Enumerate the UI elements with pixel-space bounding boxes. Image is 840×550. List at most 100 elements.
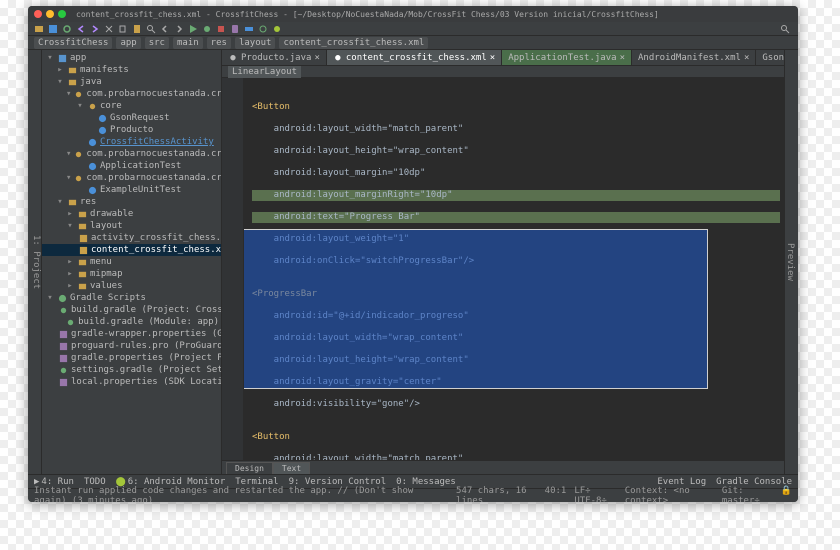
class-icon	[97, 125, 107, 135]
proguard-icon	[59, 341, 68, 351]
project-tree[interactable]: ▾app ▸manifests ▾java ▾com.probarnocuest…	[42, 50, 222, 474]
cut-icon[interactable]	[104, 24, 116, 34]
package-icon	[74, 173, 83, 183]
properties-icon	[59, 377, 68, 387]
node-apptest[interactable]: ApplicationTest	[100, 161, 181, 171]
stop-icon[interactable]	[216, 24, 228, 34]
node-gsonreq[interactable]: GsonRequest	[110, 113, 170, 123]
node-pkg3[interactable]: com.probarnocuestanada.crossfitches	[86, 173, 222, 183]
node-producto[interactable]: Producto	[110, 125, 153, 135]
redo-icon[interactable]	[90, 24, 102, 34]
forward-icon[interactable]	[174, 24, 186, 34]
class-icon	[87, 137, 97, 147]
avd-icon[interactable]	[230, 24, 242, 34]
package-icon	[74, 149, 83, 159]
node-bg2[interactable]: build.gradle (Module: app)	[78, 317, 219, 327]
debug-icon[interactable]	[202, 24, 214, 34]
status-git[interactable]: Git: master÷	[722, 486, 773, 503]
node-manifests[interactable]: manifests	[80, 65, 129, 75]
lock-icon[interactable]: 🔒	[781, 486, 792, 503]
sdk-icon[interactable]	[244, 24, 256, 34]
node-activity[interactable]: CrossfitChessActivity	[100, 137, 214, 147]
code-area[interactable]: <Button android:layout_width="match_pare…	[244, 78, 784, 460]
tab-gsonrequest[interactable]: GsonRequest.java×	[756, 50, 784, 65]
refresh-icon[interactable]	[62, 24, 74, 34]
node-values[interactable]: values	[90, 281, 123, 291]
titlebar: content_crossfit_chess.xml - CrossfitChe…	[28, 6, 798, 22]
node-app[interactable]: app	[70, 53, 86, 63]
status-encoding[interactable]: LF÷ UTF-8÷	[574, 486, 616, 503]
node-layout[interactable]: layout	[90, 221, 123, 231]
tab-applicationtest[interactable]: ApplicationTest.java×	[502, 50, 632, 65]
node-gwp[interactable]: gradle-wrapper.properties (Gradle Versi	[71, 329, 222, 339]
properties-icon	[59, 329, 68, 339]
undo-icon[interactable]	[76, 24, 88, 34]
node-layout1[interactable]: activity_crossfit_chess.xml	[91, 233, 222, 243]
crumb-src[interactable]: src	[145, 37, 169, 49]
crumb-app[interactable]: app	[116, 37, 140, 49]
status-chars: 547 chars, 16 lines	[456, 486, 537, 503]
node-pkg1[interactable]: com.probarnocuestanada.crossfitches	[86, 89, 222, 99]
close-tab-icon[interactable]: ×	[314, 53, 319, 63]
back-icon[interactable]	[160, 24, 172, 34]
node-layout2[interactable]: content_crossfit_chess.xml	[91, 245, 222, 255]
paste-icon[interactable]	[132, 24, 144, 34]
code-line: android:layout_margin="10dp"	[252, 168, 780, 179]
open-icon[interactable]	[34, 24, 46, 34]
tab-content-xml[interactable]: ●content_crossfit_chess.xml×	[327, 50, 502, 65]
run-icon[interactable]	[188, 24, 200, 34]
preview-tool-button[interactable]: Preview	[785, 243, 795, 281]
status-context[interactable]: Context: <no context>	[625, 486, 714, 503]
close-tab-icon[interactable]: ×	[490, 53, 495, 63]
minimize-icon[interactable]	[46, 10, 54, 18]
android-icon[interactable]	[272, 24, 284, 34]
node-lp[interactable]: local.properties (SDK Location)	[71, 377, 222, 387]
find-icon[interactable]	[146, 24, 158, 34]
code-line: android:layout_width="match_parent"	[252, 454, 780, 460]
window-title: content_crossfit_chess.xml - CrossfitChe…	[76, 10, 659, 19]
node-core[interactable]: core	[100, 101, 122, 111]
status-message: Instant run applied code changes and res…	[34, 486, 448, 503]
node-gradle[interactable]: Gradle Scripts	[70, 293, 146, 303]
crumb-layout[interactable]: layout	[235, 37, 276, 49]
code-line: android:visibility="gone"/>	[252, 399, 780, 410]
node-res[interactable]: res	[80, 197, 96, 207]
node-mipmap[interactable]: mipmap	[90, 269, 123, 279]
close-tab-icon[interactable]: ×	[744, 53, 749, 63]
code-editor[interactable]: <Button android:layout_width="match_pare…	[222, 78, 784, 460]
close-icon[interactable]	[34, 10, 42, 18]
node-bg1[interactable]: build.gradle (Project: CrossfitChess)	[71, 305, 222, 315]
node-drawable[interactable]: drawable	[90, 209, 133, 219]
text-tab[interactable]: Text	[273, 462, 310, 474]
sync-icon[interactable]	[258, 24, 270, 34]
crumb-project[interactable]: CrossfitChess	[34, 37, 112, 49]
code-line: android:text="Progress Bar"	[252, 212, 780, 223]
node-java[interactable]: java	[80, 77, 102, 87]
node-unittest[interactable]: ExampleUnitTest	[100, 185, 181, 195]
node-pgr[interactable]: proguard-rules.pro (ProGuard Rules for a	[71, 341, 222, 351]
close-tab-icon[interactable]: ×	[620, 53, 625, 63]
code-line: android:layout_height="wrap_content"	[252, 146, 780, 157]
crumb-file[interactable]: content_crossfit_chess.xml	[279, 37, 428, 49]
node-sg[interactable]: settings.gradle (Project Settings)	[71, 365, 222, 375]
node-pkg2[interactable]: com.probarnocuestanada.crossfitches	[86, 149, 222, 159]
project-tool-button[interactable]: 1: Project	[31, 235, 41, 289]
gradle-icon	[57, 293, 67, 303]
java-icon: ●	[228, 53, 238, 63]
save-icon[interactable]	[48, 24, 60, 34]
maximize-icon[interactable]	[58, 10, 66, 18]
xml-icon	[79, 245, 88, 255]
tab-manifest[interactable]: AndroidManifest.xml×	[632, 50, 756, 65]
node-menu[interactable]: menu	[90, 257, 112, 267]
breadcrumb: CrossfitChess app src main res layout co…	[28, 36, 798, 50]
xml-icon	[79, 233, 88, 243]
search-icon[interactable]	[780, 24, 792, 34]
code-line: <Button	[252, 102, 780, 113]
node-gp[interactable]: gradle.properties (Project Properties)	[71, 353, 222, 363]
design-tab[interactable]: Design	[226, 462, 273, 474]
crumb-res[interactable]: res	[207, 37, 231, 49]
tab-producto[interactable]: ●Producto.java×	[222, 50, 327, 65]
class-icon	[87, 185, 97, 195]
copy-icon[interactable]	[118, 24, 130, 34]
crumb-main[interactable]: main	[173, 37, 203, 49]
